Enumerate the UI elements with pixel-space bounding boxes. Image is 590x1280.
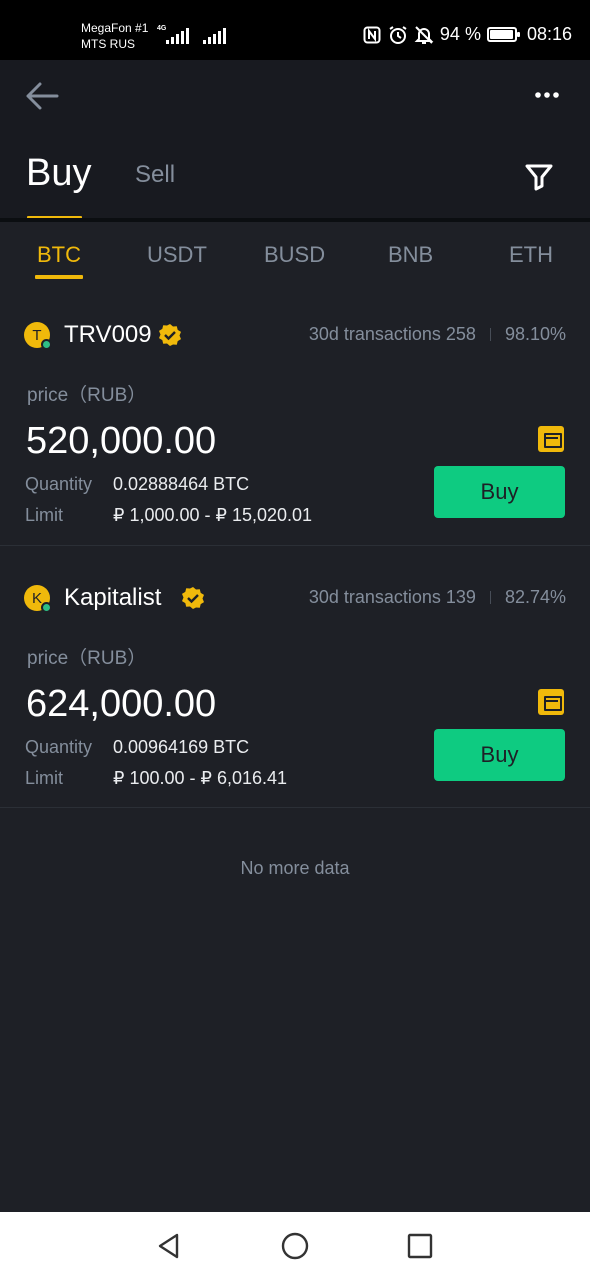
buy-button[interactable]: Buy (434, 729, 565, 781)
coin-tab-eth[interactable]: ETH (509, 242, 553, 268)
online-status-dot (41, 339, 52, 350)
online-status-dot (41, 602, 52, 613)
merchant-name[interactable]: TRV009 (64, 321, 152, 349)
verified-badge-icon (181, 586, 205, 610)
limit-label: Limit (25, 768, 64, 788)
offer-card[interactable]: T TRV009 30d transactions 258 98.10% pri… (0, 302, 590, 546)
tab-buy[interactable]: Buy (26, 152, 91, 195)
quantity-value: 0.00964169 BTC (113, 737, 250, 757)
merchant-avatar[interactable]: K (24, 585, 52, 613)
carrier-1: MegaFon #1 (81, 21, 149, 35)
price-value: 520,000.00 (26, 420, 217, 462)
stats-separator (489, 591, 491, 604)
coin-tab-indicator (35, 275, 83, 279)
merchant-stats: 30d transactions 139 82.74% (309, 587, 566, 608)
status-bar: MegaFon #1 MTS RUS 4G 94 % 08:16 (0, 0, 590, 60)
nav-back-icon[interactable] (155, 1232, 183, 1260)
carrier-info: MegaFon #1 MTS RUS (81, 20, 148, 52)
network-type: 4G (157, 25, 167, 32)
signal-1-icon (166, 28, 189, 44)
nfc-icon (362, 25, 382, 45)
price-value: 624,000.00 (26, 683, 217, 725)
system-nav-bar (0, 1212, 590, 1280)
merchant-name[interactable]: Kapitalist (64, 584, 161, 612)
completion-rate: 98.10% (504, 324, 566, 344)
filter-icon[interactable] (524, 162, 554, 192)
limit-label: Limit (25, 505, 64, 525)
transactions-count: 30d transactions 258 (308, 324, 476, 344)
back-arrow-icon[interactable] (24, 78, 60, 114)
merchant-avatar[interactable]: T (24, 322, 52, 350)
alarm-icon (388, 25, 408, 45)
merchant-stats: 30d transactions 258 98.10% (309, 324, 566, 345)
header: Buy Sell (0, 60, 590, 221)
battery-fill (489, 30, 513, 39)
clock: 08:16 (526, 24, 572, 44)
battery-icon (486, 27, 520, 42)
bank-card-icon (538, 426, 564, 452)
signal-2-icon (203, 28, 226, 44)
buy-button[interactable]: Buy (434, 466, 565, 518)
limit-value: ₽ 1,000.00 - ₽ 15,020.01 (113, 505, 313, 525)
coin-tab-btc[interactable]: BTC (37, 242, 81, 268)
coin-tab-busd[interactable]: BUSD (264, 242, 325, 268)
nav-home-icon[interactable] (281, 1232, 309, 1260)
avatar-letter: T (32, 327, 42, 344)
limit-value: ₽ 100.00 - ₽ 6,016.41 (113, 768, 288, 788)
verified-badge-icon (158, 323, 182, 347)
quantity-label: Quantity (25, 737, 93, 757)
offer-card[interactable]: K Kapitalist 30d transactions 139 82.74%… (0, 565, 590, 808)
no-more-data-text: No more data (240, 858, 350, 878)
nav-recents-icon[interactable] (406, 1232, 434, 1260)
quantity-label: Quantity (25, 474, 93, 494)
tab-sell[interactable]: Sell (135, 161, 175, 189)
more-dots-icon[interactable] (532, 88, 562, 102)
bank-card-icon (538, 689, 564, 715)
price-label: price（RUB） (27, 385, 147, 406)
silent-bell-icon (414, 25, 434, 45)
coin-tab-usdt[interactable]: USDT (147, 242, 207, 268)
carrier-2: MTS RUS (81, 37, 135, 51)
coin-tabs: BTC USDT BUSD BNB ETH (0, 222, 590, 290)
quantity-value: 0.02888464 BTC (113, 474, 250, 494)
stats-separator (489, 328, 491, 341)
battery-percent: 94 % (439, 24, 481, 44)
transactions-count: 30d transactions 139 (308, 587, 476, 607)
status-indicators: 94 % 08:16 (362, 24, 572, 45)
price-label: price（RUB） (27, 648, 147, 669)
coin-tab-bnb[interactable]: BNB (388, 242, 433, 268)
completion-rate: 82.74% (504, 587, 566, 607)
